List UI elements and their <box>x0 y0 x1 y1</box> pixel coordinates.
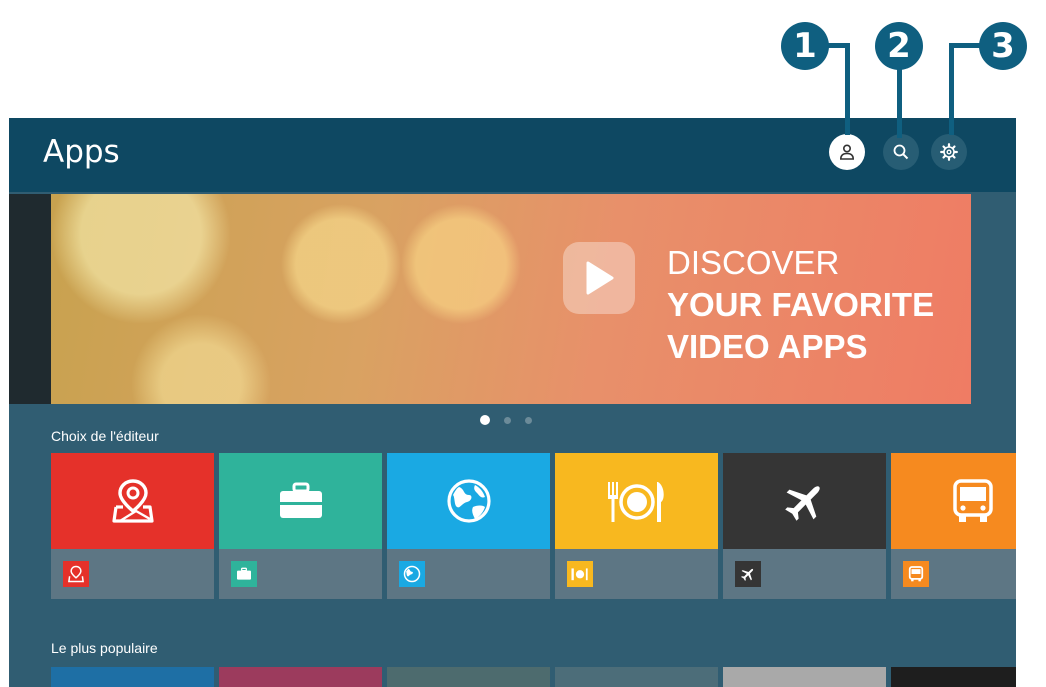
callout-3: 3 <box>979 22 1027 70</box>
page-dot-1[interactable] <box>480 415 490 425</box>
popular-tile-4[interactable] <box>555 667 718 687</box>
callout-1-connector-v <box>845 43 850 135</box>
app-tile-map[interactable] <box>51 453 214 599</box>
globe-icon <box>403 565 421 583</box>
page-dot-3[interactable] <box>525 416 532 424</box>
map-pin-icon <box>111 479 154 523</box>
tv-screen: Apps DISCOVER YOUR FAVORITE VIDEO APPS C… <box>9 118 1016 687</box>
popular-tile-1[interactable] <box>51 667 214 687</box>
previous-banner-edge <box>9 194 51 404</box>
app-tile-airplane[interactable] <box>723 453 886 599</box>
app-tile-globe[interactable] <box>387 453 550 599</box>
search-icon <box>893 144 909 160</box>
bus-icon <box>952 479 993 522</box>
most-popular-row <box>51 667 1016 687</box>
popular-tile-2[interactable] <box>219 667 382 687</box>
gear-icon <box>940 143 958 161</box>
callout-2: 2 <box>875 22 923 70</box>
settings-button[interactable] <box>931 134 967 170</box>
most-popular-title: Le plus populaire <box>51 640 158 656</box>
dining-icon <box>571 568 588 581</box>
bus-icon <box>908 566 924 582</box>
play-badge <box>563 242 635 314</box>
callout-2-connector-v <box>897 66 902 138</box>
featured-banner[interactable]: DISCOVER YOUR FAVORITE VIDEO APPS <box>51 194 971 404</box>
person-icon <box>839 144 855 160</box>
airplane-icon <box>741 568 754 581</box>
map-pin-icon <box>68 565 84 583</box>
banner-headline-line-3: VIDEO APPS <box>667 328 868 365</box>
app-tile-bus[interactable] <box>891 453 1016 599</box>
popular-tile-5[interactable] <box>723 667 886 687</box>
dining-icon <box>607 482 664 522</box>
page-title: Apps <box>43 134 120 170</box>
play-icon <box>586 261 614 295</box>
banner-page-indicator <box>480 415 532 425</box>
briefcase-icon <box>237 567 251 580</box>
editors-choice-row <box>51 453 1016 599</box>
app-tile-dining[interactable] <box>555 453 718 599</box>
banner-headline-line-2: YOUR FAVORITE <box>667 286 935 323</box>
search-button[interactable] <box>883 134 919 170</box>
popular-tile-3[interactable] <box>387 667 550 687</box>
callout-3-connector-v <box>949 43 954 135</box>
editors-choice-title: Choix de l'éditeur <box>51 428 159 444</box>
banner-headline-line-1: DISCOVER <box>667 244 840 281</box>
airplane-icon <box>784 486 820 521</box>
top-bar: Apps <box>9 118 1016 192</box>
callout-1: 1 <box>781 22 829 70</box>
app-tile-briefcase[interactable] <box>219 453 382 599</box>
globe-icon <box>446 479 491 523</box>
briefcase-icon <box>279 482 322 518</box>
account-button[interactable] <box>829 134 865 170</box>
page-dot-2[interactable] <box>504 416 511 424</box>
popular-tile-6[interactable] <box>891 667 1016 687</box>
